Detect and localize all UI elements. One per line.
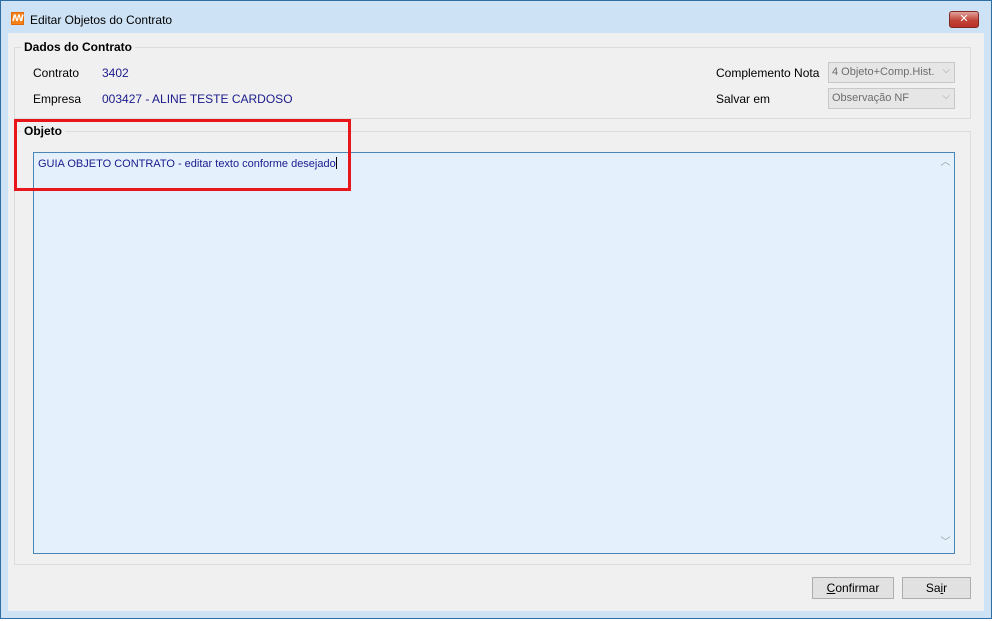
complemento-nota-select[interactable]: 4 Objeto+Comp.Hist. ⌵ xyxy=(828,62,955,83)
vertical-scrollbar[interactable]: ︿ ﹀ xyxy=(937,153,954,553)
chevron-down-icon: ⌵ xyxy=(942,91,950,102)
complemento-nota-value: 4 Objeto+Comp.Hist. xyxy=(832,66,935,78)
contrato-label: Contrato xyxy=(33,66,80,80)
dados-contrato-title: Dados do Contrato xyxy=(21,40,135,54)
close-icon: ✕ xyxy=(959,13,969,25)
window-title: Editar Objetos do Contrato xyxy=(30,13,173,27)
objeto-textarea[interactable]: GUIA OBJETO CONTRATO - editar texto conf… xyxy=(33,152,955,554)
salvar-em-label: Salvar em xyxy=(716,92,771,106)
salvar-em-value: Observação NF xyxy=(832,92,910,104)
confirmar-button[interactable]: Confirmar xyxy=(812,577,894,599)
dados-contrato-group: Dados do Contrato Contrato 3402 Empresa … xyxy=(14,40,971,119)
dialog-window: ꟿ Editar Objetos do Contrato ✕ Dados do … xyxy=(0,0,992,619)
title-bar[interactable]: ꟿ Editar Objetos do Contrato ✕ xyxy=(1,1,991,33)
close-button[interactable]: ✕ xyxy=(949,11,979,28)
empresa-value: 003427 - ALINE TESTE CARDOSO xyxy=(102,92,293,106)
app-icon: ꟿ xyxy=(11,12,24,25)
red-highlight-box xyxy=(14,119,351,191)
sair-button[interactable]: Sair xyxy=(902,577,971,599)
salvar-em-select[interactable]: Observação NF ⌵ xyxy=(828,88,955,109)
contrato-value: 3402 xyxy=(102,66,129,80)
chevron-down-icon[interactable]: ﹀ xyxy=(937,535,954,551)
complemento-nota-label: Complemento Nota xyxy=(716,66,820,80)
chevron-down-icon: ⌵ xyxy=(942,65,950,76)
empresa-label: Empresa xyxy=(33,92,82,106)
chevron-up-icon[interactable]: ︿ xyxy=(937,155,954,171)
